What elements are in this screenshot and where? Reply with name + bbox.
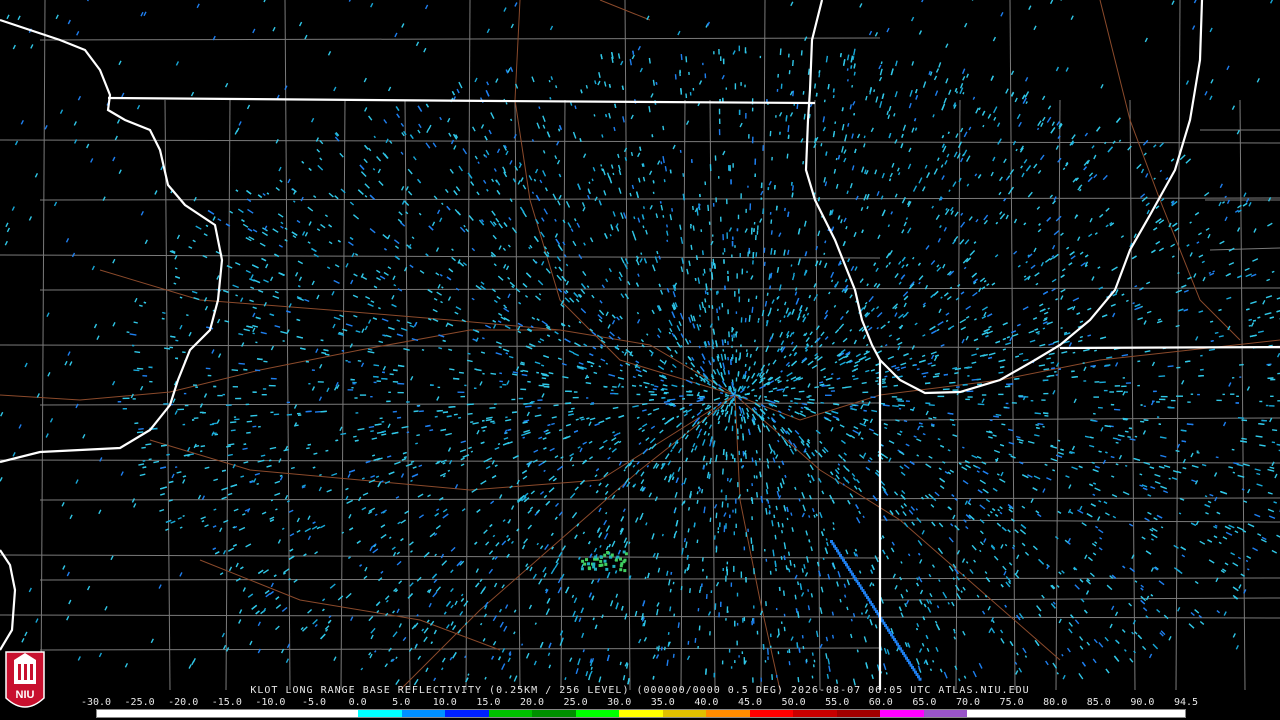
colorscale-swatch [532, 710, 576, 717]
colorscale-swatch [271, 710, 315, 717]
colorscale-swatch [227, 710, 272, 717]
colorscale-swatch [488, 710, 533, 717]
colorscale-label: 10.0 [432, 697, 457, 708]
colorscale-swatch [619, 710, 663, 717]
colorscale-swatch [575, 710, 620, 717]
colorscale-swatch [1010, 710, 1055, 717]
colorscale-label: 50.0 [781, 697, 806, 708]
colorscale-label: 75.0 [999, 697, 1024, 708]
colorscale-swatch [793, 710, 837, 717]
colorscale-swatch [967, 710, 1011, 717]
colorscale-swatch [401, 710, 446, 717]
colorscale-label: 60.0 [868, 697, 893, 708]
colorscale-swatch [1141, 710, 1185, 717]
colorscale-swatch [1054, 710, 1098, 717]
colorscale-swatch [880, 710, 924, 717]
colorscale-swatch [662, 710, 707, 717]
colorscale-swatch [445, 710, 489, 717]
colorscale-label: 25.0 [563, 697, 588, 708]
colorscale-swatch [1097, 710, 1142, 717]
colorscale-label: 20.0 [519, 697, 545, 708]
colorscale-swatch [97, 710, 141, 717]
colorscale-swatch [923, 710, 968, 717]
colorscale-label: 40.0 [694, 697, 719, 708]
colorscale-label: 94.5 [1173, 697, 1199, 708]
colorscale-label: 45.0 [737, 697, 763, 708]
colorscale-bar [96, 709, 1186, 718]
logo-text: NIU [16, 689, 35, 701]
colorscale-swatch [184, 710, 228, 717]
colorscale-label: -25.0 [124, 697, 155, 708]
niu-logo: NIU [5, 651, 45, 708]
colorscale-label: 80.0 [1043, 697, 1068, 708]
colorscale-label: 55.0 [825, 697, 850, 708]
colorscale-labels: -30.0 -25.0 -20.0 -15.0 -10.0 -5.0 0.0 5.0 10.0 1… [81, 697, 1198, 709]
product-caption: KLOT LONG RANGE BASE REFLECTIVITY (0.25K… [250, 685, 1030, 696]
colorscale-label: -15.0 [211, 697, 242, 708]
colorscale-label: 90.0 [1130, 697, 1155, 708]
colorscale-label: 35.0 [650, 697, 675, 708]
colorscale-label: 0.0 [348, 697, 367, 708]
colorscale-label: -20.0 [168, 697, 199, 708]
colorscale-swatch [140, 710, 185, 717]
radar-map [0, 0, 1280, 720]
colorscale-swatch [358, 710, 402, 717]
colorscale-label: 65.0 [912, 697, 937, 708]
colorscale-label: 70.0 [955, 697, 981, 708]
colorscale-label: 30.0 [607, 697, 632, 708]
colorscale-swatch [706, 710, 750, 717]
colorscale-label: -5.0 [301, 697, 327, 708]
colorscale-label: -10.0 [255, 697, 286, 708]
colorscale-label: -30.0 [80, 697, 112, 708]
colorscale-label: 5.0 [392, 697, 411, 708]
colorscale-label: 15.0 [476, 697, 501, 708]
colorscale-swatch [749, 710, 794, 717]
colorscale-label: 85.0 [1086, 697, 1111, 708]
colorscale-swatch [314, 710, 359, 717]
colorscale-swatch [836, 710, 881, 717]
